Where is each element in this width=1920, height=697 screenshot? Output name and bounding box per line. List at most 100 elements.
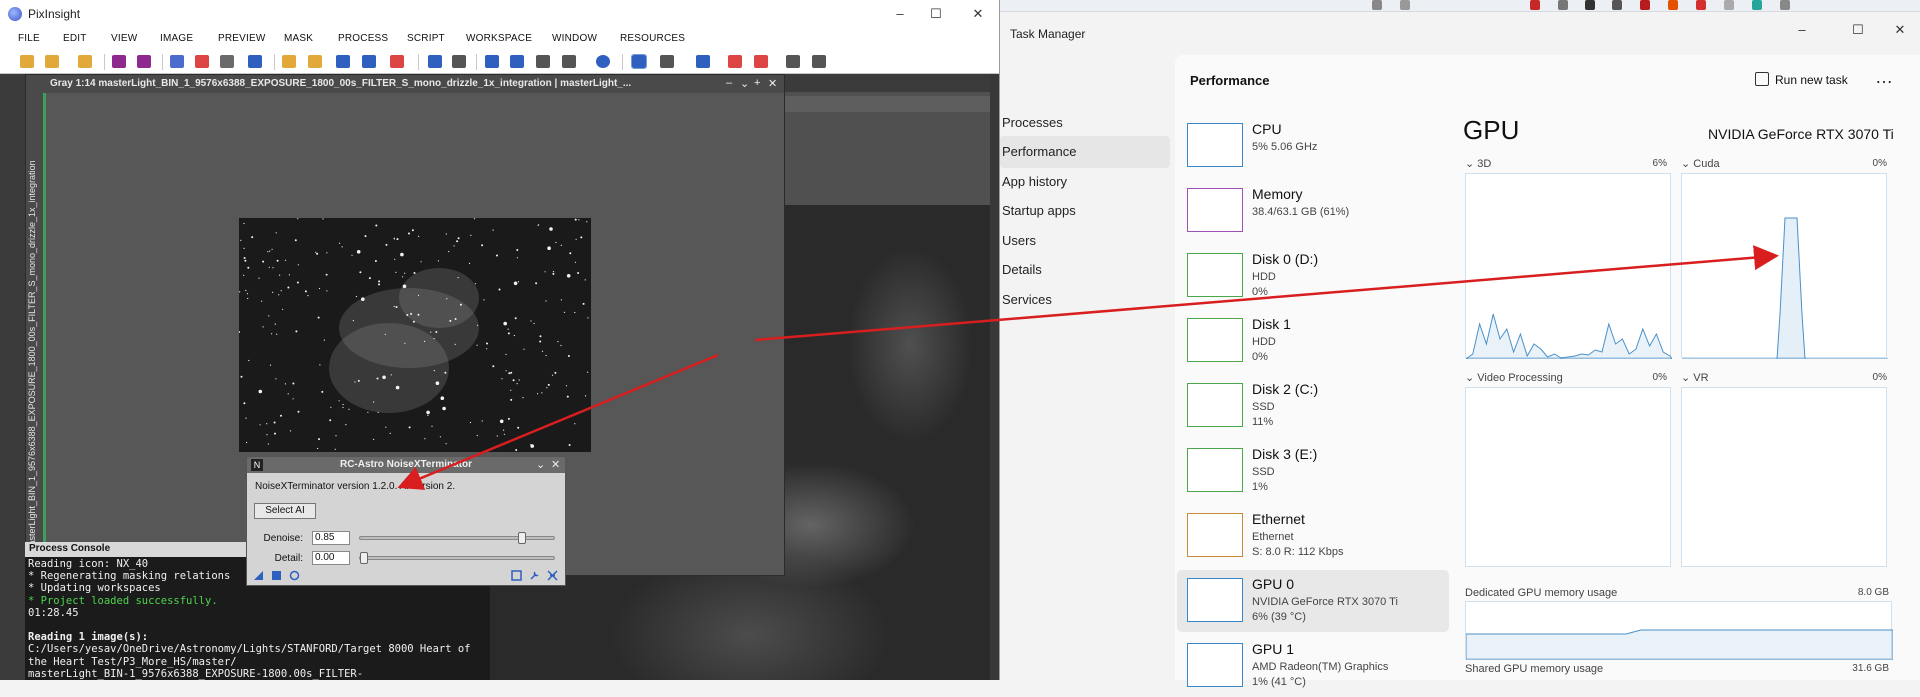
extension-icon[interactable] — [1668, 0, 1678, 10]
device-item[interactable]: Disk 1 HDD 0% — [1177, 310, 1449, 372]
extension-icon[interactable] — [1752, 0, 1762, 10]
noisexterminator-title[interactable]: RC-Astro NoiseXTerminator — [247, 457, 565, 473]
import-icon[interactable] — [282, 55, 296, 68]
dialog-shade-button[interactable]: ⌄ — [536, 458, 545, 471]
detail-value-input[interactable]: 0.00 — [312, 551, 350, 565]
save-icon[interactable] — [112, 55, 126, 68]
menu-view[interactable]: VIEW — [111, 33, 137, 44]
wrench-icon[interactable] — [529, 570, 540, 581]
extension-icon[interactable] — [1612, 0, 1622, 10]
apply-global-icon[interactable] — [289, 570, 300, 581]
preview-new-icon[interactable] — [362, 55, 376, 68]
undo-icon[interactable] — [428, 55, 442, 68]
image-close-button[interactable]: ✕ — [768, 77, 777, 90]
menu-mask[interactable]: MASK — [284, 33, 313, 44]
extension-icon[interactable] — [1585, 0, 1595, 10]
save-as-icon[interactable] — [137, 55, 151, 68]
console-icon[interactable] — [562, 55, 576, 68]
extension-icon[interactable] — [1696, 0, 1706, 10]
detail-slider-handle[interactable] — [360, 552, 368, 564]
engine-vr-label[interactable]: ⌄ VR — [1681, 371, 1709, 384]
close-button[interactable]: ✕ — [1880, 20, 1920, 40]
image-maximize-button[interactable]: + — [754, 77, 760, 89]
image-minimize-button[interactable]: – — [726, 77, 732, 89]
denoise-slider[interactable] — [359, 532, 555, 544]
open-project-icon[interactable] — [45, 55, 59, 68]
window-tile-icon[interactable] — [754, 55, 768, 68]
preview-icon[interactable] — [511, 570, 522, 581]
browse-icon[interactable] — [78, 55, 92, 68]
dialog-close-button[interactable]: ✕ — [551, 458, 560, 471]
reset-icon[interactable] — [547, 570, 558, 581]
sidebar-item-startup-apps[interactable]: Startup apps — [1000, 195, 1170, 227]
process-icon[interactable] — [485, 55, 499, 68]
select-ai-button[interactable]: Select AI — [254, 503, 316, 519]
sidebar-item-details[interactable]: Details — [1000, 254, 1170, 286]
run-task-icon[interactable] — [1755, 72, 1769, 86]
engine-3d-label[interactable]: ⌄ 3D — [1465, 157, 1491, 170]
image-window-title[interactable]: Gray 1:14 masterLight_BIN_1_9576x6388_EX… — [26, 75, 784, 93]
window-close-icon[interactable] — [728, 55, 742, 68]
mask-icon[interactable] — [390, 55, 404, 68]
history-icon[interactable] — [1724, 0, 1734, 10]
download-icon[interactable] — [1558, 0, 1568, 10]
sidebar-item-processes[interactable]: Processes — [1000, 107, 1170, 139]
device-item[interactable]: CPU 5% 5.06 GHz — [1177, 115, 1449, 177]
workspace-icon[interactable] — [696, 55, 710, 68]
menu-process[interactable]: PROCESS — [338, 33, 388, 44]
sidebar-item-performance[interactable]: Performance — [1000, 136, 1170, 168]
tools-icon[interactable] — [812, 55, 826, 68]
device-item[interactable]: Disk 0 (D:) HDD 0% — [1177, 245, 1449, 307]
extension-icon[interactable] — [1640, 0, 1650, 10]
preview-icon[interactable] — [336, 55, 350, 68]
denoise-slider-handle[interactable] — [518, 532, 527, 544]
device-item[interactable]: GPU 0 NVIDIA GeForce RTX 3070 Ti 6% (39 °C… — [1177, 570, 1449, 632]
device-item[interactable]: Memory 38.4/63.1 GB (61%) — [1177, 180, 1449, 242]
engine-video-label[interactable]: ⌄ Video Processing — [1465, 371, 1563, 384]
history-icon[interactable] — [536, 55, 550, 68]
screen-icon[interactable] — [631, 54, 647, 69]
menu-script[interactable]: SCRIPT — [407, 33, 445, 44]
star-field-image[interactable] — [239, 218, 591, 452]
image-side-tab[interactable]: masterLight_BIN_1_9576x6388_EXPOSURE_180… — [26, 93, 46, 577]
image-icon[interactable] — [660, 55, 674, 68]
menu-workspace[interactable]: WORKSPACE — [466, 33, 532, 44]
extension-icon[interactable] — [1530, 0, 1540, 10]
device-item[interactable]: Ethernet Ethernet S: 8.0 R: 112 Kbps — [1177, 505, 1449, 567]
close-image-icon[interactable] — [195, 55, 209, 68]
denoise-value-input[interactable]: 0.85 — [312, 531, 350, 545]
new-instance-icon[interactable] — [253, 570, 264, 581]
device-item[interactable]: Disk 3 (E:) SSD 1% — [1177, 440, 1449, 502]
menu-edit[interactable]: EDIT — [63, 33, 87, 44]
sphere-icon[interactable] — [596, 55, 610, 68]
minimize-button[interactable]: – — [880, 4, 920, 24]
device-item[interactable]: Disk 2 (C:) SSD 11% — [1177, 375, 1449, 437]
maximize-button[interactable]: ☐ — [916, 4, 956, 24]
sidebar-item-users[interactable]: Users — [1000, 225, 1170, 257]
menu-preview[interactable]: PREVIEW — [218, 33, 266, 44]
menu-image[interactable]: IMAGE — [160, 33, 193, 44]
settings-icon[interactable] — [786, 55, 800, 68]
menu-resources[interactable]: RESOURCES — [620, 33, 685, 44]
noisexterminator-dialog[interactable]: RC-Astro NoiseXTerminator N ⌄ ✕ NoiseXTe… — [246, 456, 566, 586]
sidebar-item-app-history[interactable]: App history — [1000, 166, 1170, 198]
run-new-task-button[interactable]: Run new task — [1775, 73, 1848, 87]
extension-icon[interactable] — [1780, 0, 1790, 10]
reader-icon[interactable] — [1372, 0, 1382, 10]
menu-file[interactable]: FILE — [18, 33, 40, 44]
apply-icon[interactable] — [271, 570, 282, 581]
duplicate-icon[interactable] — [220, 55, 234, 68]
new-image-icon[interactable] — [170, 55, 184, 68]
image-shade-button[interactable]: ⌄ — [740, 77, 749, 90]
process-explorer-icon[interactable] — [510, 55, 524, 68]
sidebar-item-services[interactable]: Services — [1000, 284, 1170, 316]
engine-cuda-label[interactable]: ⌄ Cuda — [1681, 157, 1720, 170]
favorite-icon[interactable] — [1400, 0, 1410, 10]
export-icon[interactable] — [308, 55, 322, 68]
maximize-button[interactable]: ☐ — [1838, 20, 1878, 40]
menu-window[interactable]: WINDOW — [552, 33, 597, 44]
close-button[interactable]: ✕ — [958, 4, 998, 24]
redo-icon[interactable] — [452, 55, 466, 68]
device-item[interactable]: GPU 1 AMD Radeon(TM) Graphics 1% (41 °C) — [1177, 635, 1449, 697]
open-folder-icon[interactable] — [20, 55, 34, 68]
